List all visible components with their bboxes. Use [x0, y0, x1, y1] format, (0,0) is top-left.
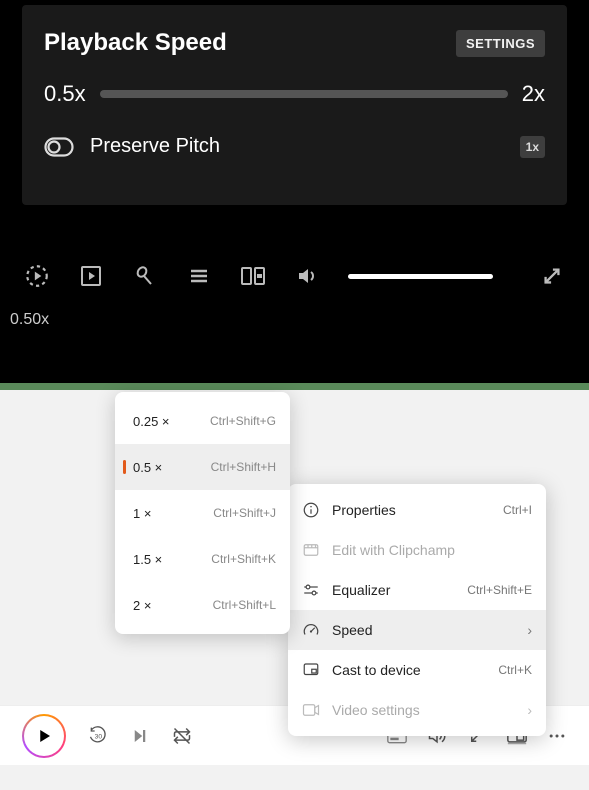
speed-min-label: 0.5x	[44, 81, 86, 107]
preserve-pitch-toggle-icon[interactable]	[44, 137, 74, 157]
speed-menu-item[interactable]: 1.5 × Ctrl+Shift+K	[115, 536, 290, 582]
speed-value: 1.5 ×	[133, 552, 162, 567]
context-menu: Properties Ctrl+I Edit with Clipchamp Equal…	[288, 484, 546, 736]
clipchamp-icon	[302, 541, 320, 559]
cast-icon	[302, 661, 320, 679]
context-menu-item-video-settings: Video settings ›	[288, 690, 546, 730]
speed-dial-icon[interactable]	[24, 263, 50, 289]
context-menu-item-edit-with-clipchamp: Edit with Clipchamp	[288, 530, 546, 570]
context-menu-shortcut: Ctrl+I	[503, 503, 532, 517]
context-menu-shortcut: Ctrl+Shift+E	[467, 583, 532, 597]
speed-value: 2 ×	[133, 598, 151, 613]
speed-menu-item[interactable]: 0.5 × Ctrl+Shift+H	[115, 444, 290, 490]
playback-speed-title: Playback Speed	[44, 29, 227, 57]
settings-button[interactable]: SETTINGS	[456, 30, 545, 57]
pip-icon[interactable]	[240, 263, 266, 289]
video-icon	[302, 701, 320, 719]
queue-icon[interactable]	[186, 263, 212, 289]
video-toolbar	[0, 205, 589, 297]
preserve-pitch-label: Preserve Pitch	[90, 135, 220, 158]
chevron-right-icon: ›	[527, 702, 532, 718]
speed-menu-item[interactable]: 1 × Ctrl+Shift+J	[115, 490, 290, 536]
speed-shortcut: Ctrl+Shift+K	[211, 552, 276, 566]
context-menu-label: Equalizer	[332, 582, 455, 598]
svg-text:30: 30	[95, 733, 103, 740]
speed-slider-row: 0.5x 2x	[44, 81, 545, 107]
dark-player-region: Playback Speed SETTINGS 0.5x 2x Preserve…	[0, 0, 589, 383]
volume-slider[interactable]	[348, 274, 493, 279]
equalizer-icon	[302, 581, 320, 599]
region-separator	[0, 383, 589, 390]
speed-max-label: 2x	[522, 81, 545, 107]
speed-menu-item[interactable]: 0.25 × Ctrl+Shift+G	[115, 398, 290, 444]
skip-back-30-icon[interactable]: 30	[88, 726, 108, 746]
speed-value: 0.5 ×	[133, 460, 162, 475]
speed-shortcut: Ctrl+Shift+H	[211, 460, 276, 474]
microphone-icon[interactable]	[132, 263, 158, 289]
context-menu-label: Properties	[332, 502, 491, 518]
context-menu-label: Speed	[332, 622, 515, 638]
speed-submenu: 0.25 × Ctrl+Shift+G 0.5 × Ctrl+Shift+H 1 × Ct…	[115, 392, 290, 634]
speed-readout: 0.50x	[0, 297, 589, 329]
context-menu-item-speed[interactable]: Speed ›	[288, 610, 546, 650]
context-menu-shortcut: Ctrl+K	[498, 663, 532, 677]
light-player-region: 0.25 × Ctrl+Shift+G 0.5 × Ctrl+Shift+H 1 × Ct…	[0, 390, 589, 790]
repeat-off-icon[interactable]	[172, 726, 192, 746]
context-menu-label: Cast to device	[332, 662, 486, 678]
volume-icon[interactable]	[294, 263, 320, 289]
context-menu-item-equalizer[interactable]: Equalizer Ctrl+Shift+E	[288, 570, 546, 610]
speed-slider[interactable]	[100, 90, 508, 98]
speed-icon	[302, 621, 320, 639]
context-menu-label: Video settings	[332, 702, 515, 718]
speed-shortcut: Ctrl+Shift+L	[213, 598, 276, 612]
speed-shortcut: Ctrl+Shift+G	[210, 414, 276, 428]
fullscreen-icon[interactable]	[539, 263, 565, 289]
speed-value: 1 ×	[133, 506, 151, 521]
play-button[interactable]	[22, 714, 66, 758]
next-track-icon[interactable]	[130, 726, 150, 746]
playback-speed-panel: Playback Speed SETTINGS 0.5x 2x Preserve…	[22, 5, 567, 205]
speed-value: 0.25 ×	[133, 414, 170, 429]
info-icon	[302, 501, 320, 519]
chevron-right-icon: ›	[527, 622, 532, 638]
context-menu-item-cast-to-device[interactable]: Cast to device Ctrl+K	[288, 650, 546, 690]
speed-menu-item[interactable]: 2 × Ctrl+Shift+L	[115, 582, 290, 628]
context-menu-item-properties[interactable]: Properties Ctrl+I	[288, 490, 546, 530]
playlist-icon[interactable]	[78, 263, 104, 289]
speed-shortcut: Ctrl+Shift+J	[213, 506, 276, 520]
reset-speed-button[interactable]: 1x	[520, 136, 545, 158]
context-menu-label: Edit with Clipchamp	[332, 542, 532, 558]
more-icon[interactable]	[547, 726, 567, 746]
